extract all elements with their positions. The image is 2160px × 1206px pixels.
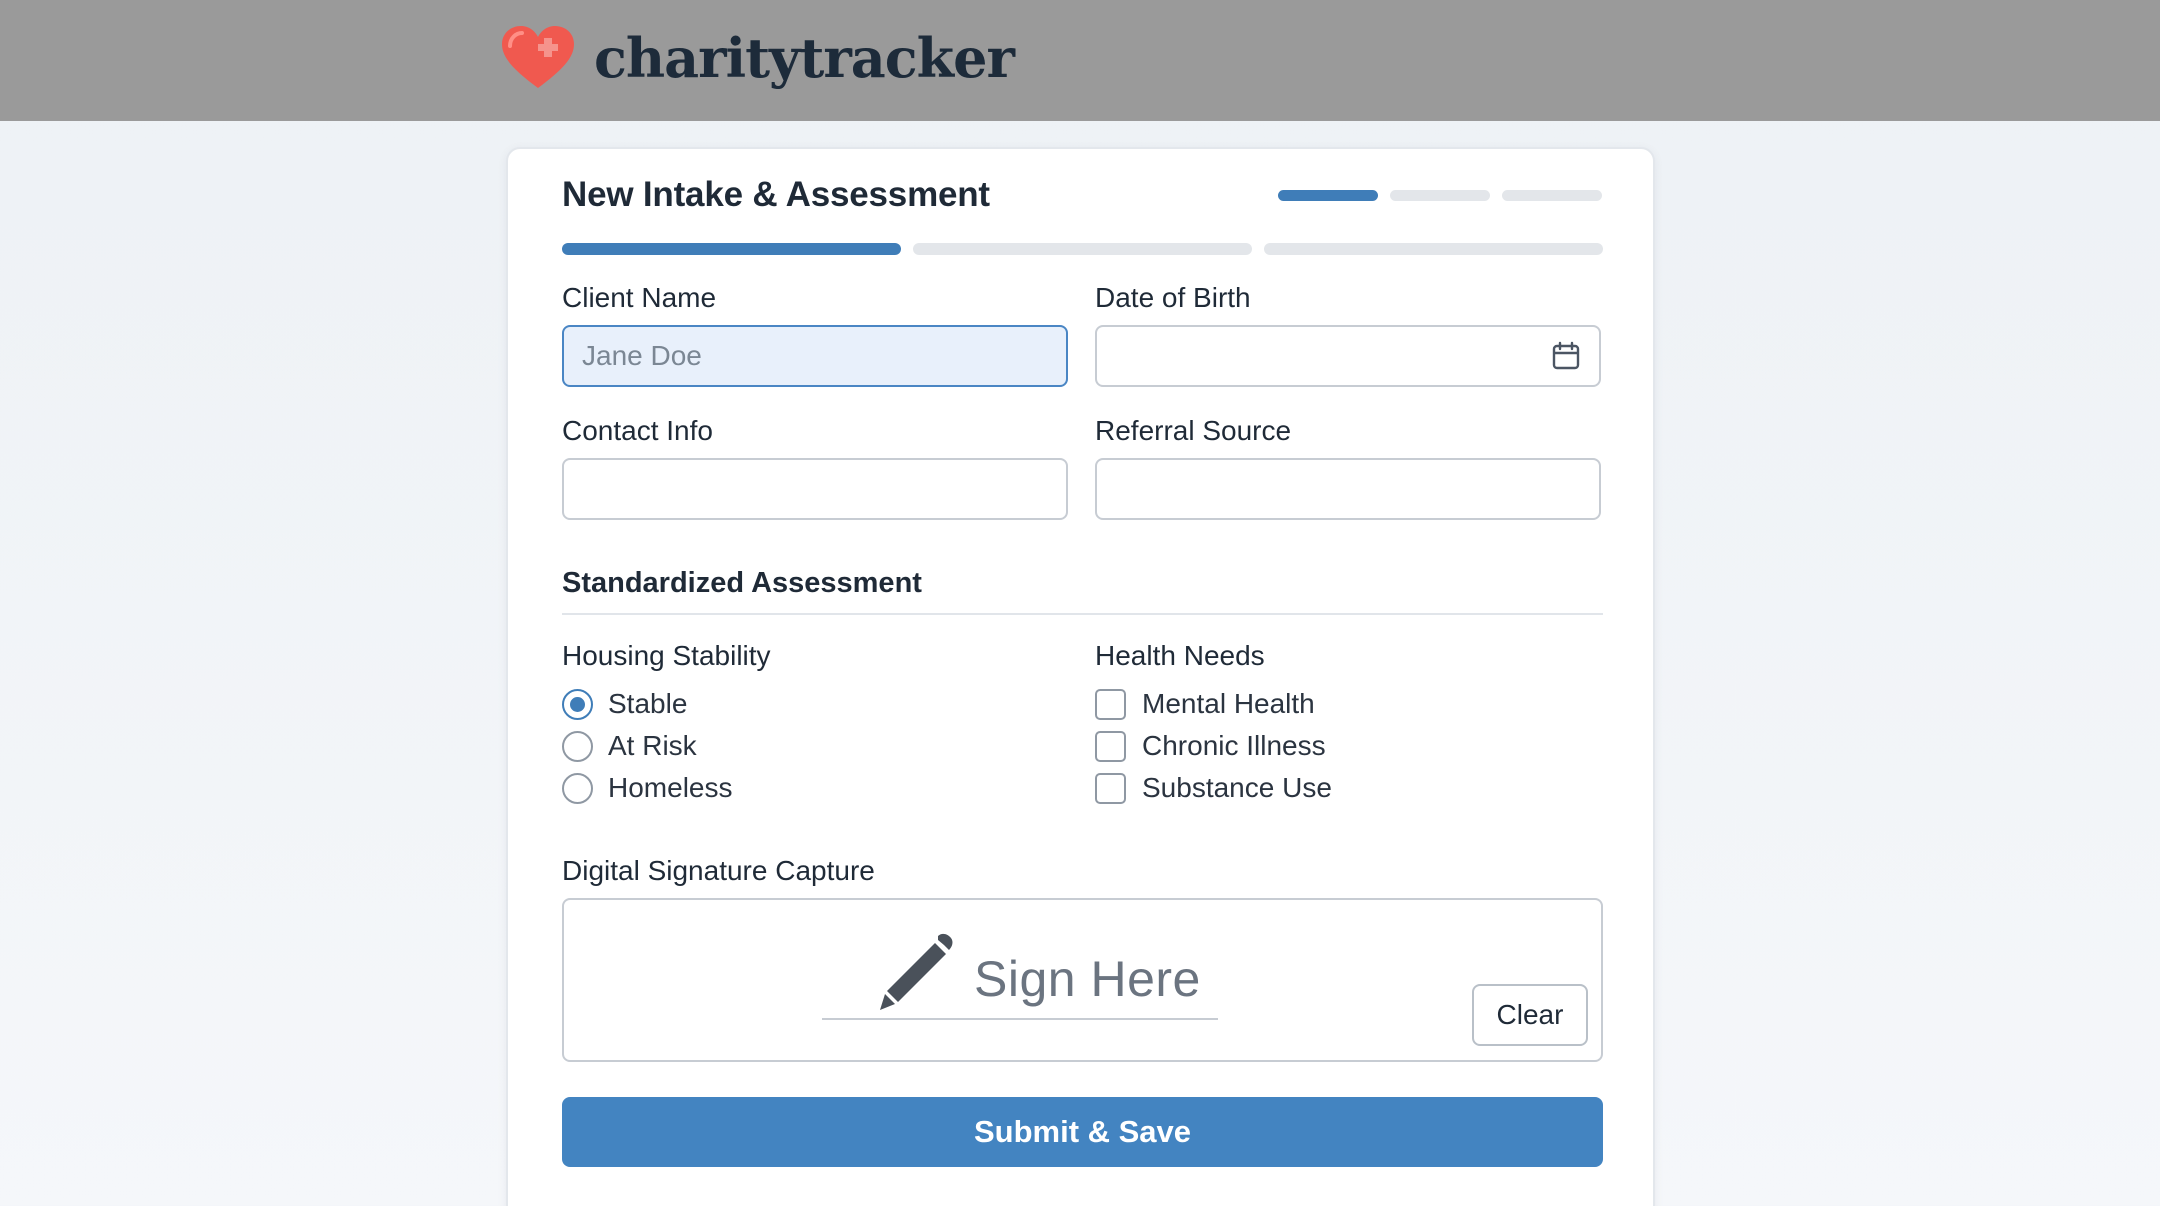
signature-line — [822, 1018, 1218, 1020]
housing-option-stable[interactable]: Stable — [562, 686, 687, 722]
contact-info-input[interactable] — [562, 458, 1068, 520]
health-option-chronic-illness[interactable]: Chronic Illness — [1095, 728, 1326, 764]
progress-bar — [562, 243, 1603, 255]
brand[interactable]: charitytracker — [500, 18, 1015, 98]
date-of-birth-input[interactable] — [1095, 325, 1601, 387]
health-option-label: Chronic Illness — [1142, 730, 1326, 761]
client-name-input[interactable] — [562, 325, 1068, 387]
progress-segment-1 — [562, 243, 901, 255]
health-needs-label: Health Needs — [1095, 640, 1265, 671]
radio-homeless[interactable] — [562, 772, 593, 804]
radio-stable[interactable] — [562, 688, 593, 720]
form-title: New Intake & Assessment — [562, 175, 990, 214]
assessment-section-title: Standardized Assessment — [562, 567, 922, 599]
date-of-birth-label: Date of Birth — [1095, 282, 1251, 313]
checkbox-substance-use[interactable] — [1095, 772, 1126, 804]
step-indicator-1 — [1278, 190, 1378, 201]
calendar-icon[interactable] — [1550, 340, 1582, 372]
step-indicator-2 — [1390, 190, 1490, 201]
brand-name: charitytracker — [594, 26, 1015, 90]
health-option-label: Substance Use — [1142, 772, 1332, 803]
signature-label: Digital Signature Capture — [562, 855, 875, 886]
housing-stability-label: Housing Stability — [562, 640, 771, 671]
health-option-substance-use[interactable]: Substance Use — [1095, 770, 1332, 806]
health-option-mental-health[interactable]: Mental Health — [1095, 686, 1315, 722]
progress-segment-2 — [913, 243, 1252, 255]
progress-segment-3 — [1264, 243, 1603, 255]
health-option-label: Mental Health — [1142, 688, 1315, 719]
checkbox-chronic-illness[interactable] — [1095, 730, 1126, 762]
step-indicator — [1278, 190, 1614, 201]
housing-option-homeless[interactable]: Homeless — [562, 770, 732, 806]
housing-option-label: Homeless — [608, 772, 733, 803]
referral-source-input[interactable] — [1095, 458, 1601, 520]
heart-cross-icon — [502, 26, 574, 88]
step-indicator-3 — [1502, 190, 1602, 201]
housing-option-label: Stable — [608, 688, 688, 719]
submit-save-button[interactable]: Submit & Save — [562, 1097, 1603, 1167]
housing-option-label: At Risk — [608, 730, 697, 761]
section-divider — [562, 613, 1603, 615]
referral-source-label: Referral Source — [1095, 415, 1292, 446]
signature-placeholder: Sign Here — [974, 951, 1201, 1007]
signature-pad[interactable]: Sign Here Clear — [562, 898, 1603, 1062]
radio-at-risk[interactable] — [562, 730, 593, 762]
client-name-label: Client Name — [562, 282, 717, 313]
pencil-icon — [880, 933, 953, 1010]
intake-form-card: New Intake & Assessment Client Name Date… — [506, 147, 1655, 1206]
clear-signature-button[interactable]: Clear — [1472, 984, 1588, 1046]
contact-info-label: Contact Info — [562, 415, 713, 446]
top-bar: charitytracker — [0, 0, 2160, 121]
housing-option-at-risk[interactable]: At Risk — [562, 728, 697, 764]
checkbox-mental-health[interactable] — [1095, 688, 1126, 720]
